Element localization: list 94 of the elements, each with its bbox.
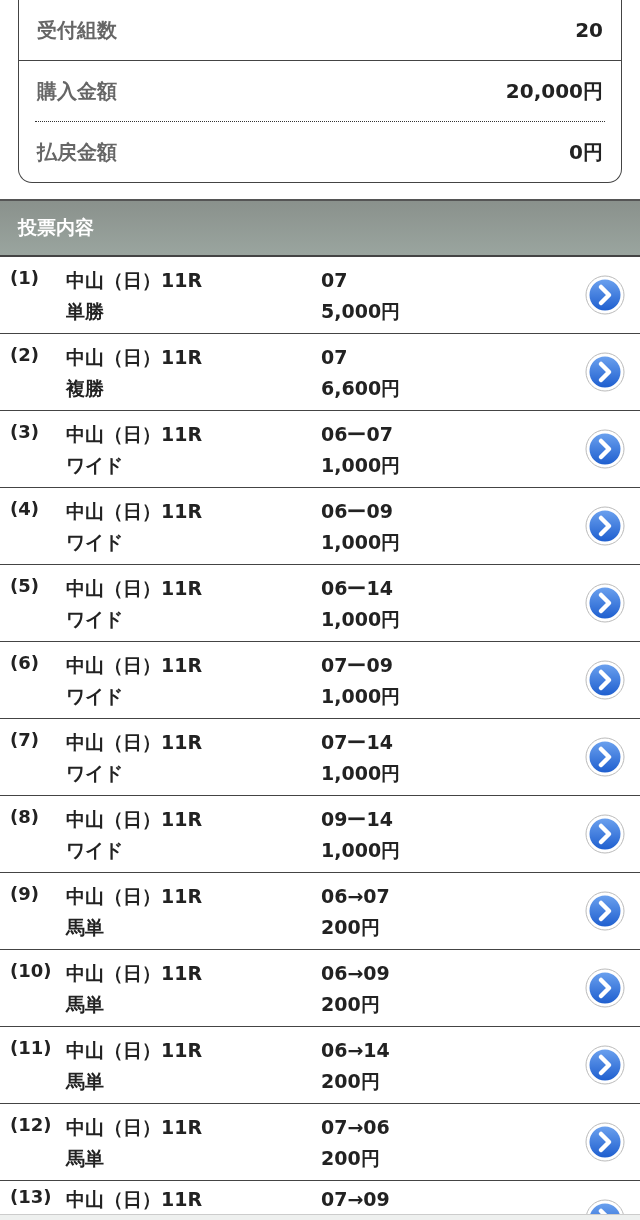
bet-amount: 6,600円	[321, 376, 401, 401]
race-name: 中山（日）11R	[66, 1115, 203, 1140]
race-name: 中山（日）11R	[66, 345, 203, 370]
bet-amount: 1,000円	[321, 607, 401, 632]
bet-row[interactable]: (8) 中山（日）11R ワイド 09ー14 1,000円	[0, 796, 640, 873]
summary-label: 受付組数	[37, 16, 117, 44]
bet-number: (13)	[10, 1186, 52, 1207]
horse-combination: 07	[321, 268, 348, 293]
race-name: 中山（日）11R	[66, 961, 203, 986]
bet-amount: 200円	[321, 915, 380, 940]
race-name: 中山（日）11R	[66, 268, 203, 293]
bet-amount: 1,000円	[321, 684, 401, 709]
horse-combination: 07ー09	[321, 653, 393, 678]
chevron-right-icon[interactable]	[584, 1121, 626, 1163]
race-name: 中山（日）11R	[66, 884, 203, 909]
summary-label: 購入金額	[37, 77, 117, 105]
race-name: 中山（日）11R	[66, 653, 203, 678]
bet-amount: 200円	[321, 1069, 380, 1094]
bet-type: ワイド	[66, 761, 123, 786]
bet-number: (10)	[10, 960, 52, 981]
horse-combination: 07→06	[321, 1115, 390, 1140]
race-name: 中山（日）11R	[66, 499, 203, 524]
bet-number: (9)	[10, 883, 39, 904]
chevron-right-icon[interactable]	[584, 274, 626, 316]
bet-number: (3)	[10, 421, 39, 442]
chevron-right-icon[interactable]	[584, 736, 626, 778]
bet-row[interactable]: (6) 中山（日）11R ワイド 07ー09 1,000円	[0, 642, 640, 719]
summary-value: 0円	[569, 138, 603, 166]
horse-combination: 07→09	[321, 1187, 390, 1212]
chevron-right-icon[interactable]	[584, 659, 626, 701]
bet-number: (1)	[10, 267, 39, 288]
bet-type: 馬単	[66, 1069, 104, 1094]
horse-combination: 07ー14	[321, 730, 393, 755]
bet-type: 馬単	[66, 992, 104, 1017]
race-name: 中山（日）11R	[66, 422, 203, 447]
chevron-right-icon[interactable]	[584, 505, 626, 547]
horse-combination: 06→07	[321, 884, 390, 909]
bet-type: 馬単	[66, 1146, 104, 1171]
bet-type: ワイド	[66, 530, 123, 555]
bet-type: ワイド	[66, 453, 123, 478]
bet-number: (12)	[10, 1114, 52, 1135]
bet-amount: 1,000円	[321, 453, 401, 478]
race-name: 中山（日）11R	[66, 807, 203, 832]
bet-type: ワイド	[66, 838, 123, 863]
race-name: 中山（日）11R	[66, 1038, 203, 1063]
bet-row[interactable]: (11) 中山（日）11R 馬単 06→14 200円	[0, 1027, 640, 1104]
bet-row[interactable]: (2) 中山（日）11R 複勝 07 6,600円	[0, 334, 640, 411]
chevron-right-icon[interactable]	[584, 890, 626, 932]
horse-combination: 09ー14	[321, 807, 393, 832]
bet-amount: 200円	[321, 1146, 380, 1171]
bet-number: (8)	[10, 806, 39, 827]
bet-number: (4)	[10, 498, 39, 519]
bet-row[interactable]: (4) 中山（日）11R ワイド 06ー09 1,000円	[0, 488, 640, 565]
bet-amount: 1,000円	[321, 761, 401, 786]
chevron-right-icon[interactable]	[584, 1044, 626, 1086]
chevron-right-icon[interactable]	[584, 582, 626, 624]
bet-row[interactable]: (12) 中山（日）11R 馬単 07→06 200円	[0, 1104, 640, 1181]
race-name: 中山（日）11R	[66, 1187, 203, 1212]
bet-type: 複勝	[66, 376, 104, 401]
bet-row[interactable]: (5) 中山（日）11R ワイド 06ー14 1,000円	[0, 565, 640, 642]
chevron-right-icon[interactable]	[584, 351, 626, 393]
chevron-right-icon[interactable]	[584, 967, 626, 1009]
race-name: 中山（日）11R	[66, 576, 203, 601]
bet-number: (11)	[10, 1037, 52, 1058]
bet-number: (2)	[10, 344, 39, 365]
horse-combination: 06ー14	[321, 576, 393, 601]
bet-row[interactable]: (1) 中山（日）11R 単勝 07 5,000円	[0, 257, 640, 334]
bet-number: (6)	[10, 652, 39, 673]
bet-number: (5)	[10, 575, 39, 596]
horse-combination: 06→14	[321, 1038, 390, 1063]
horse-combination: 06→09	[321, 961, 390, 986]
bet-type: ワイド	[66, 684, 123, 709]
bet-type: 馬単	[66, 915, 104, 940]
bet-row[interactable]: (10) 中山（日）11R 馬単 06→09 200円	[0, 950, 640, 1027]
horse-combination: 06ー09	[321, 499, 393, 524]
race-name: 中山（日）11R	[66, 730, 203, 755]
bet-amount: 1,000円	[321, 530, 401, 555]
bet-amount: 5,000円	[321, 299, 401, 324]
bet-amount: 1,000円	[321, 838, 401, 863]
bet-row[interactable]: (9) 中山（日）11R 馬単 06→07 200円	[0, 873, 640, 950]
horse-combination: 06ー07	[321, 422, 393, 447]
section-header: 投票内容	[0, 199, 640, 257]
bet-number: (7)	[10, 729, 39, 750]
horse-combination: 07	[321, 345, 348, 370]
bet-row[interactable]: (3) 中山（日）11R ワイド 06ー07 1,000円	[0, 411, 640, 488]
chevron-right-icon[interactable]	[584, 428, 626, 470]
summary-value: 20,000円	[505, 77, 603, 105]
summary-label: 払戻金額	[37, 138, 117, 166]
bet-row[interactable]: (7) 中山（日）11R ワイド 07ー14 1,000円	[0, 719, 640, 796]
summary-value: 20	[575, 18, 603, 42]
bet-type: 単勝	[66, 299, 104, 324]
bet-type: ワイド	[66, 607, 123, 632]
chevron-right-icon[interactable]	[584, 813, 626, 855]
bet-amount: 200円	[321, 992, 380, 1017]
